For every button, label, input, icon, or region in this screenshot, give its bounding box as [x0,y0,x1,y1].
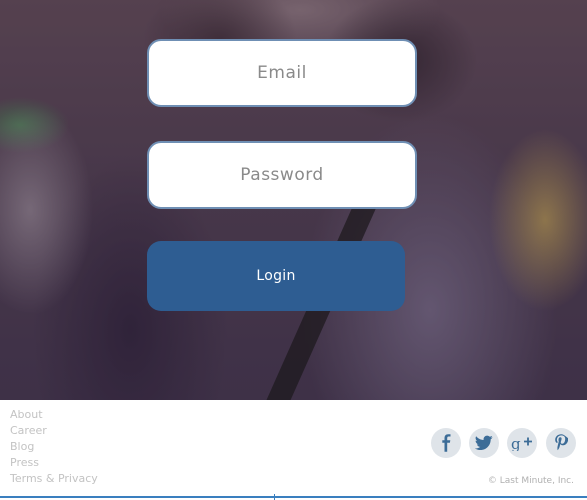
email-field-wrapper [147,39,417,107]
google-plus-button[interactable]: g [507,428,537,458]
footer-link-press[interactable]: Press [10,455,98,471]
footer-link-terms-privacy[interactable]: Terms & Privacy [10,471,98,487]
password-input[interactable] [149,142,415,208]
facebook-icon [442,434,451,452]
login-button[interactable]: Login [147,241,405,311]
pinterest-icon [555,434,568,451]
pinterest-button[interactable] [546,428,576,458]
footer-links: About Career Blog Press Terms & Privacy [10,407,98,487]
twitter-icon [475,435,493,451]
facebook-button[interactable] [431,428,461,458]
footer: About Career Blog Press Terms & Privacy … [0,400,587,500]
copyright-text: © Last Minute, Inc. [487,476,574,486]
hero-background-photo: Login [0,0,587,400]
bottom-accent-line [0,496,587,498]
footer-link-career[interactable]: Career [10,423,98,439]
footer-link-blog[interactable]: Blog [10,439,98,455]
google-plus-icon: g [511,435,532,451]
svg-text:g: g [511,435,521,451]
password-field-wrapper [147,141,417,209]
footer-link-about[interactable]: About [10,407,98,423]
twitter-button[interactable] [469,428,499,458]
bottom-accent-tick [274,494,275,500]
email-input[interactable] [149,40,415,106]
